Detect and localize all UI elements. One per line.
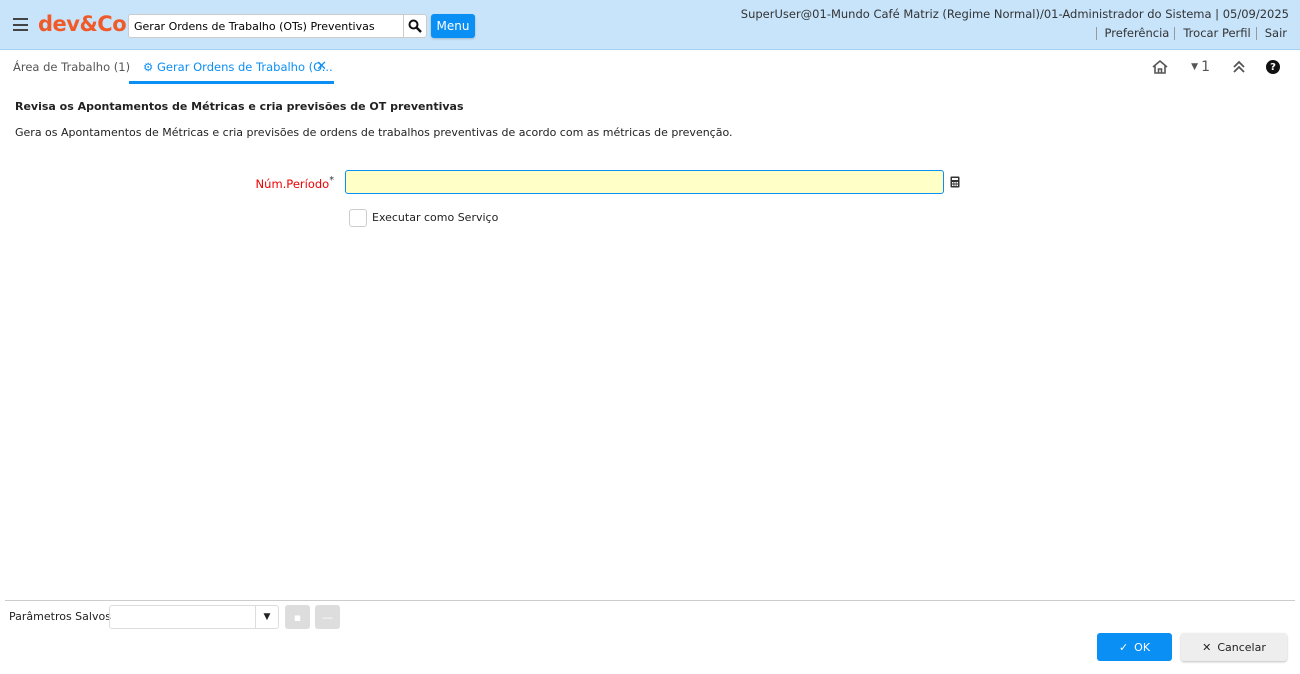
tabs-dropdown[interactable]: ▼ 1 bbox=[1191, 59, 1210, 75]
help-icon[interactable]: ? bbox=[1266, 60, 1280, 74]
caret-down-icon: ▼ bbox=[1191, 62, 1199, 72]
period-input[interactable] bbox=[345, 170, 944, 194]
home-icon[interactable] bbox=[1151, 59, 1169, 75]
period-label: Núm.Período* bbox=[256, 175, 334, 191]
preferences-link[interactable]: Preferência bbox=[1095, 27, 1175, 40]
run-as-service-label: Executar como Serviço bbox=[372, 211, 499, 224]
cancel-label: Cancelar bbox=[1217, 640, 1266, 654]
tab-label: Gerar Ordens de Trabalho (O... bbox=[156, 60, 333, 74]
save-params-button[interactable]: ▪ bbox=[285, 605, 310, 629]
minus-icon: — bbox=[322, 610, 333, 624]
footer-divider bbox=[5, 600, 1295, 601]
menu-button[interactable]: Menu bbox=[431, 14, 475, 38]
search-input[interactable] bbox=[129, 15, 399, 37]
saved-params-dropdown-button[interactable]: ▼ bbox=[255, 606, 278, 628]
hamburger-menu-icon[interactable] bbox=[13, 18, 28, 31]
tab-count: 1 bbox=[1201, 59, 1210, 75]
logout-link[interactable]: Sair bbox=[1255, 27, 1292, 40]
floppy-disk-icon: ▪ bbox=[293, 610, 302, 624]
close-tab-icon[interactable]: ✕ bbox=[316, 59, 327, 74]
saved-params-select[interactable]: ▼ bbox=[109, 605, 279, 629]
tab-bar: Área de Trabalho (1) ⚙ Gerar Ordens de T… bbox=[0, 51, 1300, 85]
logo: dev&Co. bbox=[38, 12, 134, 36]
cancel-button[interactable]: ✕ Cancelar bbox=[1181, 633, 1287, 661]
check-icon: ✓ bbox=[1118, 640, 1129, 654]
period-label-text: Núm.Período bbox=[255, 176, 330, 191]
caret-down-icon: ▼ bbox=[263, 612, 271, 622]
gear-icon: ⚙ bbox=[143, 60, 154, 74]
page-title: Revisa os Apontamentos de Métricas e cri… bbox=[15, 100, 464, 113]
ok-button[interactable]: ✓ OK bbox=[1097, 633, 1172, 661]
top-bar: dev&Co. Menu SuperUser@01-Mundo Café Mat… bbox=[0, 0, 1300, 50]
required-mark: * bbox=[329, 175, 334, 186]
user-info: SuperUser@01-Mundo Café Matriz (Regime N… bbox=[740, 7, 1289, 21]
tab-generate-work-orders[interactable]: ⚙ Gerar Ordens de Trabalho (O... ✕ bbox=[129, 51, 334, 84]
run-as-service-checkbox[interactable] bbox=[349, 209, 367, 227]
calculator-icon[interactable] bbox=[950, 176, 960, 188]
change-profile-link[interactable]: Trocar Perfil bbox=[1174, 27, 1255, 40]
ok-label: OK bbox=[1134, 640, 1151, 654]
search-button[interactable] bbox=[403, 15, 426, 37]
close-icon: ✕ bbox=[1202, 640, 1212, 654]
tab-workspace[interactable]: Área de Trabalho (1) bbox=[13, 60, 130, 74]
search-icon bbox=[408, 19, 422, 33]
remove-params-button[interactable]: — bbox=[315, 605, 340, 629]
search-box bbox=[128, 14, 427, 38]
double-chevron-up-icon[interactable] bbox=[1232, 60, 1246, 74]
saved-params-label: Parâmetros Salvos bbox=[9, 610, 111, 623]
page-description: Gera os Apontamentos de Métricas e cria … bbox=[15, 126, 733, 139]
